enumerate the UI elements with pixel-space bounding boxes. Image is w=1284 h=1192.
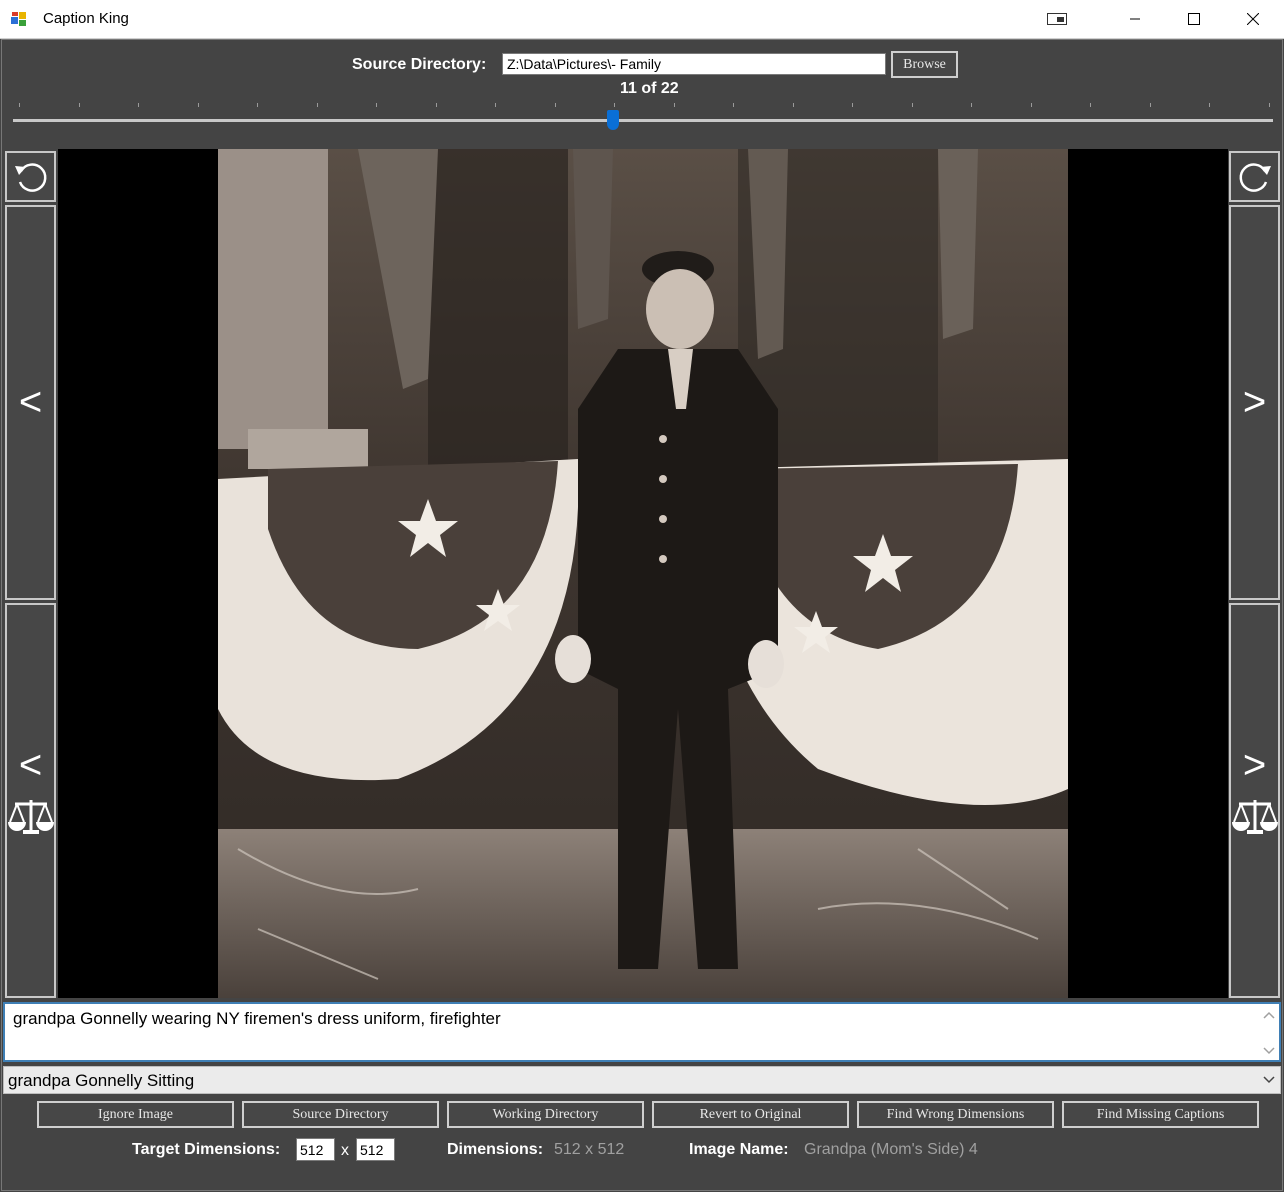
browse-button[interactable]: Browse — [891, 51, 958, 78]
caption-scrollbar[interactable] — [1261, 1006, 1277, 1058]
scales-icon — [1231, 800, 1278, 834]
source-directory-label: Source Directory: — [352, 56, 487, 73]
close-icon — [1247, 13, 1259, 25]
window-title: Caption King — [43, 10, 129, 27]
caption-textbox[interactable]: grandpa Gonnelly wearing NY firemen's dr… — [3, 1002, 1281, 1062]
rotate-right-button[interactable] — [1229, 151, 1280, 202]
app-window-icon — [11, 12, 26, 26]
previous-image-button[interactable]: < — [5, 205, 56, 600]
slider-tick — [1090, 103, 1091, 107]
previous-compare-button[interactable]: < — [5, 603, 56, 998]
slider-tick — [1150, 103, 1151, 107]
next-image-button[interactable]: > — [1229, 205, 1280, 600]
slider-tick — [1031, 103, 1032, 107]
slider-tick — [733, 103, 734, 107]
slider-tick — [198, 103, 199, 107]
slider-tick — [138, 103, 139, 107]
find-missing-captions-button[interactable]: Find Missing Captions — [1062, 1101, 1259, 1128]
slider-tick — [79, 103, 80, 107]
caption-suggestion-dropdown[interactable]: grandpa Gonnelly Sitting — [3, 1066, 1281, 1094]
slider-tick — [912, 103, 913, 107]
image-slider-track[interactable] — [13, 119, 1273, 122]
scales-icon — [7, 800, 54, 834]
compact-overlay-icon — [1047, 13, 1067, 25]
image-counter: 11 of 22 — [620, 80, 679, 97]
slider-tick — [257, 103, 258, 107]
next-image-label: > — [1242, 380, 1267, 424]
slider-tick — [793, 103, 794, 107]
caption-suggestion-selected: grandpa Gonnelly Sitting — [8, 1071, 195, 1090]
slider-tick — [971, 103, 972, 107]
next-compare-button[interactable]: > — [1229, 603, 1280, 998]
working-directory-button[interactable]: Working Directory — [447, 1101, 644, 1128]
minimize-button[interactable] — [1106, 0, 1164, 38]
slider-tick — [1209, 103, 1210, 107]
slider-tick — [1269, 103, 1270, 107]
slider-tick — [317, 103, 318, 107]
close-button[interactable] — [1224, 0, 1282, 38]
target-dimensions-label: Target Dimensions: — [132, 1141, 281, 1158]
image-name-value: Grandpa (Mom's Side) 4 — [804, 1141, 978, 1158]
scroll-down-icon — [1263, 1047, 1275, 1055]
slider-tick — [852, 103, 853, 107]
slider-ticks — [19, 103, 1270, 108]
slider-tick — [19, 103, 20, 107]
chevron-down-icon — [1263, 1076, 1275, 1084]
image-slider-thumb[interactable] — [607, 110, 619, 130]
image-name-label: Image Name: — [689, 1141, 789, 1158]
ignore-image-button[interactable]: Ignore Image — [37, 1101, 234, 1128]
minimize-icon — [1130, 18, 1140, 20]
slider-tick — [495, 103, 496, 107]
scroll-up-icon — [1263, 1011, 1275, 1019]
source-directory-input[interactable] — [502, 53, 886, 75]
dimensions-value: 512 x 512 — [554, 1141, 625, 1158]
rotate-ccw-icon — [14, 162, 46, 192]
previous-compare-label: < — [18, 743, 43, 787]
revert-to-original-button[interactable]: Revert to Original — [652, 1101, 849, 1128]
maximize-icon — [1188, 13, 1200, 25]
target-width-input[interactable] — [296, 1138, 335, 1161]
title-bar: Caption King — [0, 0, 1284, 39]
slider-tick — [376, 103, 377, 107]
target-height-input[interactable] — [356, 1138, 395, 1161]
dimension-separator: x — [341, 1142, 349, 1159]
source-directory-button[interactable]: Source Directory — [242, 1101, 439, 1128]
maximize-button[interactable] — [1165, 0, 1223, 38]
previous-image-label: < — [18, 380, 43, 424]
next-compare-label: > — [1242, 743, 1267, 787]
find-wrong-dimensions-button[interactable]: Find Wrong Dimensions — [857, 1101, 1054, 1128]
slider-tick — [436, 103, 437, 107]
rotate-cw-icon — [1239, 162, 1271, 192]
photo-image — [218, 149, 1068, 998]
compact-overlay-button[interactable] — [1028, 0, 1086, 38]
slider-tick — [555, 103, 556, 107]
caption-text: grandpa Gonnelly wearing NY firemen's dr… — [13, 1009, 501, 1028]
dimensions-label: Dimensions: — [447, 1141, 544, 1158]
slider-tick — [674, 103, 675, 107]
rotate-left-button[interactable] — [5, 151, 56, 202]
slider-tick — [614, 103, 615, 107]
